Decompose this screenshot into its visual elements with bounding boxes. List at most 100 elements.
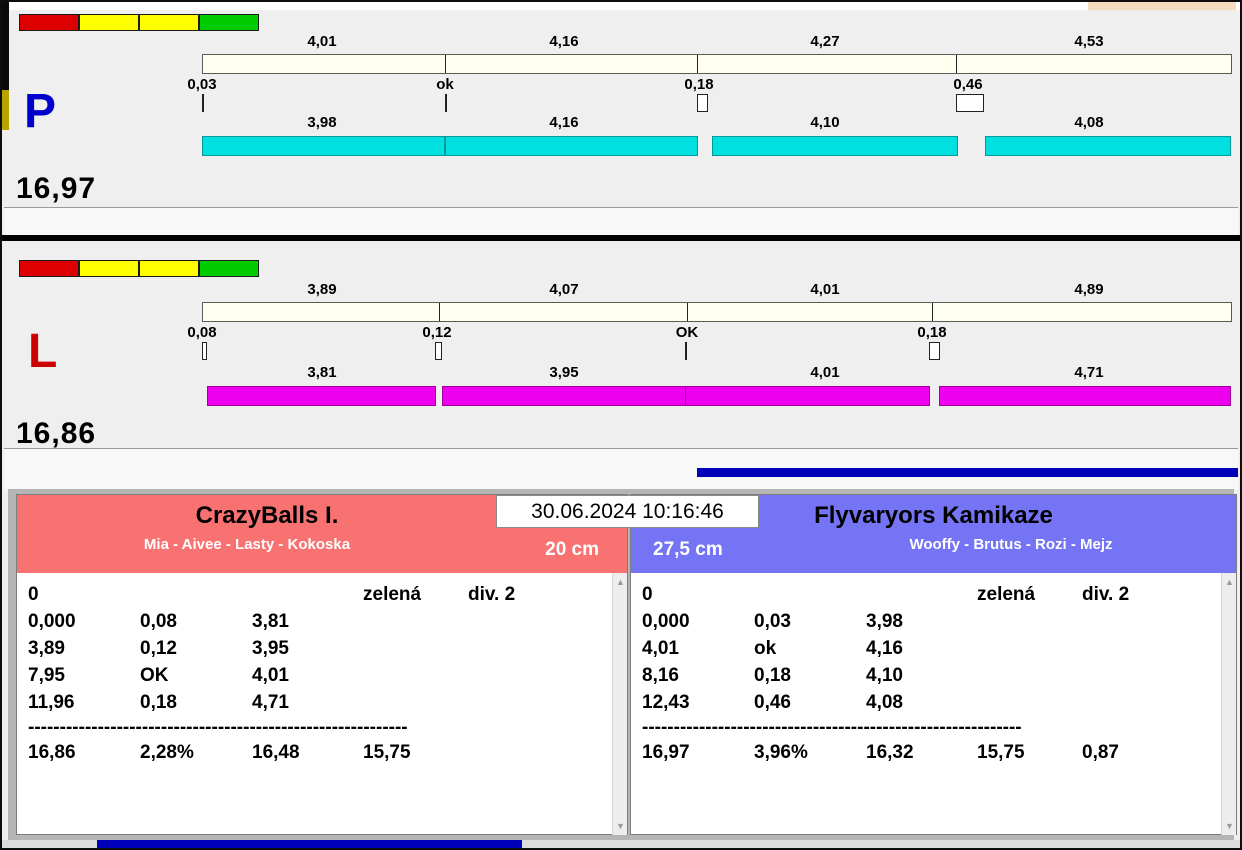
separator-row: ----------------------------------------…: [28, 717, 408, 738]
team-panel-right: Flyvaryors Kamikaze Wooffy - Brutus - Ro…: [630, 494, 1237, 835]
changeover-l-2: 0,12: [422, 324, 452, 341]
changeover-p-2: ok: [436, 76, 454, 93]
cell: 0: [642, 584, 653, 605]
ideal-split-l-4: 4,89: [1074, 281, 1104, 298]
cell: 11,96: [28, 692, 75, 713]
run-segment-p-4: [985, 136, 1231, 156]
cell: [468, 635, 607, 662]
ideal-split-p-1: 4,01: [307, 33, 337, 50]
run-split-p-4: 4,08: [1074, 114, 1104, 131]
start-light-yellow1: [79, 14, 139, 31]
team-dogs-right: Wooffy - Brutus - Rozi - Mejz: [909, 536, 1113, 553]
team-dogs-left: Mia - Aivee - Lasty - Kokoska: [143, 536, 351, 553]
scroll-down-icon[interactable]: ▼: [613, 819, 627, 833]
cell: 0,18: [140, 692, 177, 713]
table-row: 4,01 ok 4,16: [642, 635, 1216, 662]
table-row: 11,96 0,18 4,71: [28, 689, 607, 716]
changeover-l-4: 0,18: [917, 324, 947, 341]
cell: [468, 689, 607, 716]
cell: [363, 635, 468, 662]
cell: [977, 689, 1082, 716]
cell: 3,96%: [754, 742, 808, 763]
cell: 3,89: [28, 638, 65, 659]
ideal-segment: [446, 55, 698, 73]
jump-height-right: 27,5 cm: [653, 539, 723, 560]
cell: 0,18: [754, 665, 791, 686]
scrollbar[interactable]: ▲ ▼: [1221, 573, 1236, 835]
titlebar-strip: [2, 2, 1240, 10]
cell: zelená: [977, 584, 1036, 605]
lane-divider: [2, 235, 1240, 241]
changeover-tick: [202, 94, 204, 112]
start-light-yellow2: [139, 260, 199, 277]
cell: div. 2: [1082, 584, 1130, 605]
changeover-gap-box: [929, 342, 940, 360]
changeover-gap-box: [435, 342, 442, 360]
scrollbar[interactable]: ▲ ▼: [612, 573, 627, 835]
cell: 4,16: [866, 638, 903, 659]
ideal-segment: [933, 303, 1231, 321]
cell: 3,98: [866, 611, 903, 632]
ideal-time-bar-l: [202, 302, 1232, 322]
summary-row: 16,86 2,28% 16,48 15,75: [28, 739, 607, 766]
cell: [468, 662, 607, 689]
cell: [363, 689, 468, 716]
cell: ok: [754, 638, 777, 659]
start-lights-p: [19, 14, 259, 31]
table-row: 0,000 0,08 3,81: [28, 608, 607, 635]
run-split-p-2: 4,16: [549, 114, 579, 131]
cell: [977, 635, 1082, 662]
team-panel-left: CrazyBalls I. Mia - Aivee - Lasty - Koko…: [16, 494, 628, 835]
scroll-up-icon[interactable]: ▲: [613, 575, 627, 589]
run-split-l-2: 3,95: [549, 364, 579, 381]
start-light-red: [19, 260, 79, 277]
progress-bar: [697, 468, 1238, 477]
cell: 3,81: [252, 611, 289, 632]
cell: 0,000: [28, 611, 76, 632]
run-split-p-1: 3,98: [307, 114, 337, 131]
run-split-l-3: 4,01: [810, 364, 840, 381]
cell: 16,48: [252, 742, 300, 763]
ideal-segment: [203, 55, 446, 73]
cell: 4,08: [866, 692, 903, 713]
cell: 4,71: [252, 692, 289, 713]
cell: [1082, 689, 1216, 716]
spacer-strip: [4, 208, 1238, 235]
cell: 15,75: [977, 742, 1025, 763]
ideal-split-p-4: 4,53: [1074, 33, 1104, 50]
cell: 0: [28, 584, 39, 605]
cell: [866, 581, 977, 608]
cell: [1082, 662, 1216, 689]
changeover-gap-box: [956, 94, 984, 112]
cell: [252, 581, 363, 608]
lane-label-l: L: [28, 325, 58, 378]
left-edge-strip: [2, 2, 9, 90]
scroll-up-icon[interactable]: ▲: [1222, 575, 1236, 589]
cell: [363, 662, 468, 689]
run-segment-p-3: [712, 136, 958, 156]
cell: OK: [140, 665, 169, 686]
start-light-red: [19, 14, 79, 31]
table-row: 0 zelená div. 2: [28, 581, 607, 608]
table-row: 8,16 0,18 4,10: [642, 662, 1216, 689]
table-row: 3,89 0,12 3,95: [28, 635, 607, 662]
jump-height-left: 20 cm: [545, 539, 599, 560]
cell: 8,16: [642, 665, 679, 686]
table-row: 0,000 0,03 3,98: [642, 608, 1216, 635]
cell: 0,46: [754, 692, 791, 713]
cell: 3,95: [252, 638, 289, 659]
changeover-p-1: 0,03: [187, 76, 217, 93]
cell: 0,08: [140, 611, 177, 632]
cell: [1082, 608, 1216, 635]
cell: 0,12: [140, 638, 177, 659]
run-segment-l-2: [442, 386, 686, 406]
cell: 16,32: [866, 742, 914, 763]
scroll-down-icon[interactable]: ▼: [1222, 819, 1236, 833]
ideal-split-l-3: 4,01: [810, 281, 840, 298]
cell: 0,000: [642, 611, 690, 632]
run-segment-l-1: [207, 386, 436, 406]
cell: [468, 739, 607, 766]
cell: 2,28%: [140, 742, 194, 763]
cell: div. 2: [468, 584, 516, 605]
cell: 0,87: [1082, 742, 1119, 763]
